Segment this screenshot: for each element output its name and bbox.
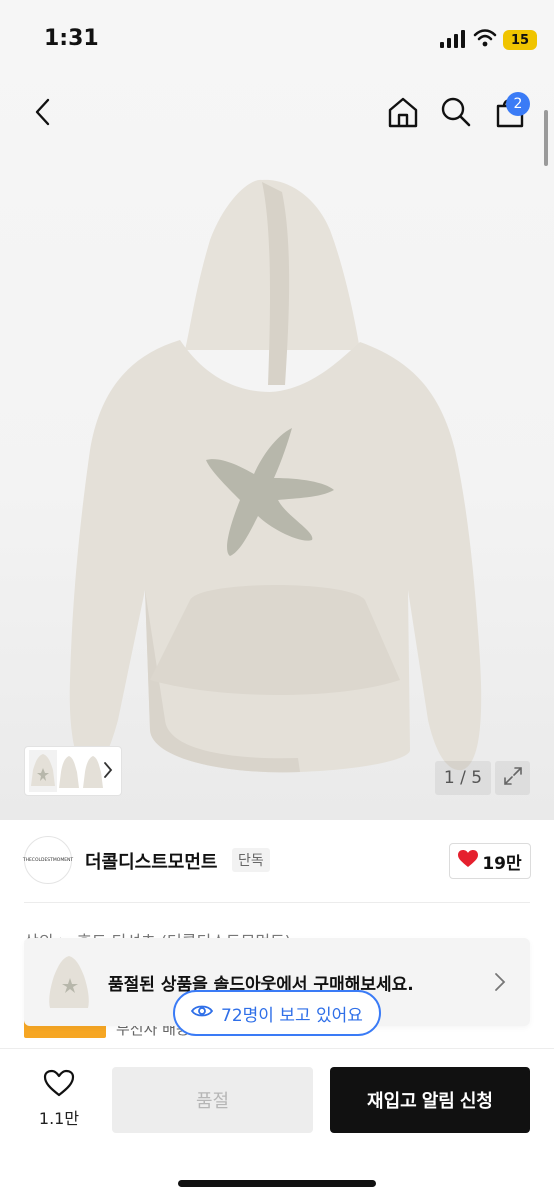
heart-outline-icon bbox=[43, 1069, 75, 1101]
brand-logo[interactable]: THECOLDESTMOMENT bbox=[22, 836, 74, 884]
bottom-action-bar: 1.1만 품절 재입고 알림 신청 bbox=[0, 1048, 554, 1200]
signal-icon bbox=[440, 30, 466, 52]
heart-icon bbox=[458, 849, 479, 873]
soldout-banner-thumbnail bbox=[40, 952, 98, 1012]
thumbnail-strip[interactable] bbox=[24, 746, 122, 796]
battery-indicator: 15 bbox=[503, 30, 537, 50]
product-image-area[interactable]: 2 1 / 5 bbox=[0, 0, 554, 820]
viewers-pill: 72명이 보고 있어요 bbox=[173, 990, 381, 1036]
status-bar: 1:31 15 bbox=[0, 0, 554, 80]
wifi-icon bbox=[473, 28, 497, 52]
back-arrow-icon[interactable] bbox=[28, 96, 60, 128]
wishlist-count: 1.1만 bbox=[38, 1109, 80, 1128]
eye-icon bbox=[190, 1003, 214, 1024]
home-icon[interactable] bbox=[386, 95, 420, 133]
status-time: 1:31 bbox=[44, 26, 99, 51]
exclusive-tag: 단독 bbox=[232, 848, 270, 872]
search-icon[interactable] bbox=[440, 96, 472, 132]
chevron-right-icon bbox=[103, 761, 113, 783]
expand-icon bbox=[502, 765, 524, 791]
viewers-label: 72명이 보고 있어요 bbox=[221, 1005, 363, 1026]
brand-row: THECOLDESTMOMENT 더콜디스트모먼트 단독 19만 bbox=[0, 836, 554, 886]
brand-name[interactable]: 더콜디스트모먼트 bbox=[85, 848, 217, 874]
image-pager: 1 / 5 bbox=[435, 761, 491, 795]
thumbnail-images bbox=[29, 750, 103, 792]
soldout-button: 품절 bbox=[112, 1067, 313, 1133]
divider bbox=[24, 902, 530, 903]
product-photo-hoodie bbox=[69, 179, 482, 773]
expand-button[interactable] bbox=[495, 761, 530, 795]
brand-like-count: 19만 bbox=[482, 853, 522, 874]
restock-alert-button[interactable]: 재입고 알림 신청 bbox=[330, 1067, 530, 1133]
scrollbar-thumb[interactable] bbox=[544, 110, 548, 166]
chevron-right-icon bbox=[494, 972, 506, 996]
brand-logo-text: THECOLDESTMOMENT bbox=[22, 857, 74, 863]
cart-count-badge: 2 bbox=[506, 92, 530, 116]
brand-like-button[interactable]: 19만 bbox=[449, 843, 531, 879]
home-indicator bbox=[178, 1180, 376, 1187]
wishlist-button[interactable]: 1.1만 bbox=[30, 1069, 88, 1131]
